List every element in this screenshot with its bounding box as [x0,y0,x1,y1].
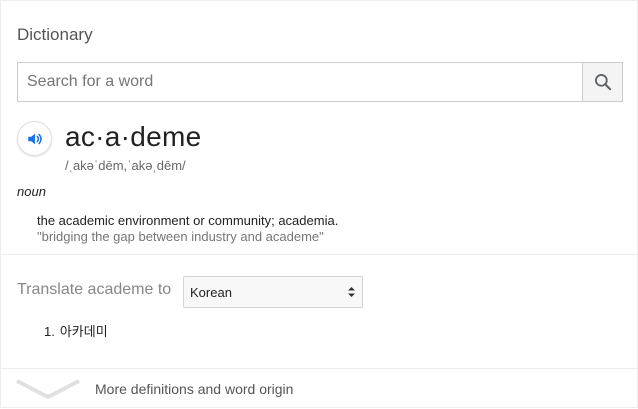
pronounce-button[interactable] [17,121,52,156]
translation-text: 아카데미 [59,324,108,339]
search-button[interactable] [582,63,622,101]
headword: ac·a·deme [65,121,202,152]
search-input[interactable] [18,63,583,101]
phonetic-spelling: /ˌakəˈdēm,ˈakəˌdēm/ [65,158,186,173]
search-box [17,62,623,102]
language-select-value: Korean [190,285,232,300]
search-icon [594,74,611,91]
select-arrows-icon [348,287,355,297]
example-sentence: "bridging the gap between industry and a… [37,229,324,244]
section-divider [1,254,638,255]
card-title: Dictionary [17,25,93,44]
translation-number: 1. [44,324,55,339]
part-of-speech: noun [17,184,46,199]
translate-label: Translate academe to [17,281,172,298]
more-definitions-label: More definitions and word origin [95,381,294,397]
language-select[interactable]: Korean [183,276,363,308]
more-definitions-link[interactable]: More definitions and word origin [1,369,638,409]
translation-item: 1. 아카데미 [44,321,108,340]
dictionary-card: Dictionary ac·a·deme /ˌakəˈdēm,ˈakəˌdēm/… [0,0,638,408]
speaker-icon [27,133,42,144]
definition-text: the academic environment or community; a… [37,213,339,228]
chevron-down-icon [16,379,80,399]
